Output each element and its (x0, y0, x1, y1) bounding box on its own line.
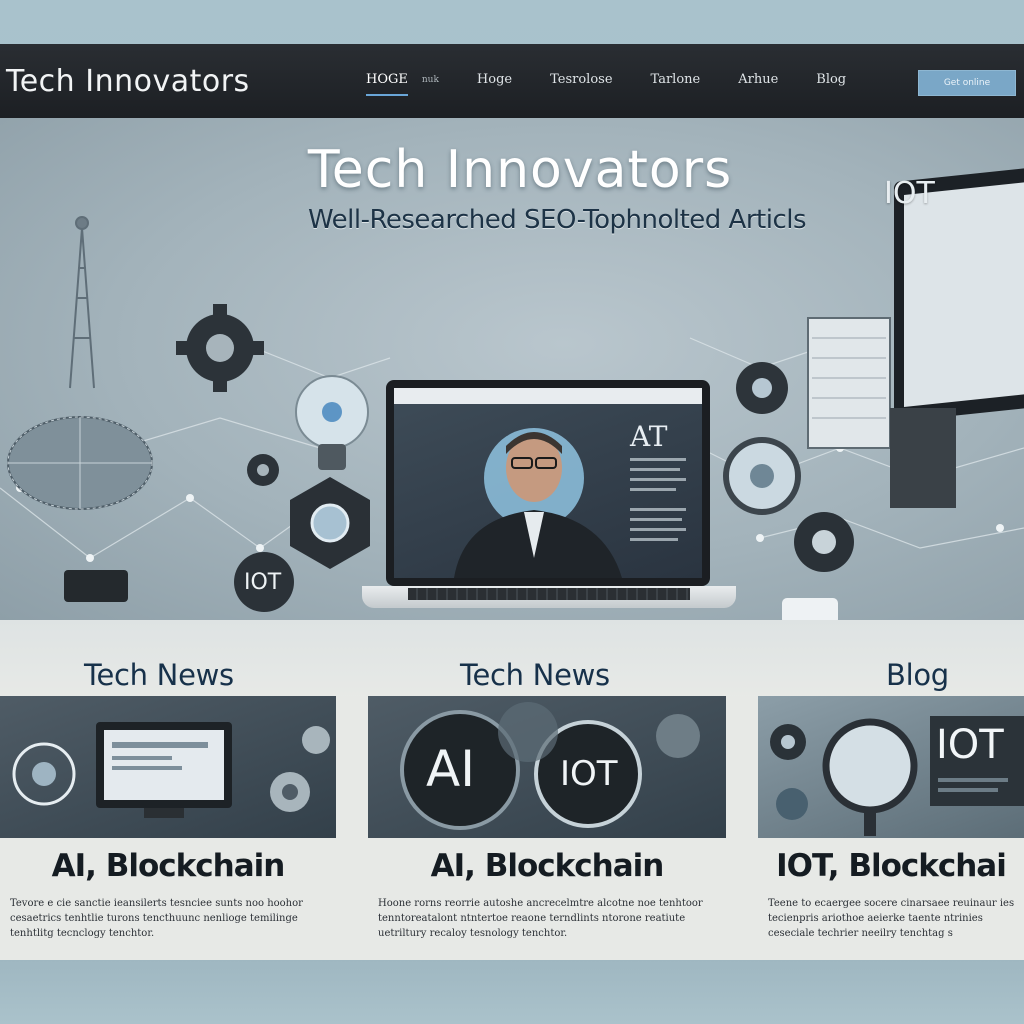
device-icon (64, 570, 128, 602)
page-frame: Tech Innovators HOGE nuk Hoge Tesrolose … (0, 44, 1024, 960)
brand-logo[interactable]: Tech Innovators (6, 64, 250, 99)
article-cards: AI, Blockchain Tevore e cie sanctie iean… (0, 696, 1024, 960)
card-title[interactable]: AI, Blockchain (368, 848, 726, 884)
small-gear-icon (247, 454, 279, 486)
laptop-screen: AT (386, 380, 710, 586)
laptop-person-illustration (454, 428, 686, 578)
laptop-keyboard (408, 588, 690, 600)
lightbulb-icon (295, 375, 369, 470)
page-footer-strip (0, 960, 1024, 1024)
mouse-icon (782, 598, 838, 620)
badge-icon (736, 362, 788, 414)
nav-link-articles[interactable]: Arhue (738, 72, 778, 96)
nav-link-trends[interactable]: Tarlone (651, 72, 701, 96)
card-image: IOT (758, 696, 1024, 838)
card-title[interactable]: IOT, Blockchai (758, 848, 1024, 884)
nav-link-technology[interactable]: Tesrolose (550, 72, 612, 96)
laptop-display: AT (394, 388, 702, 578)
nav-links: HOGE nuk Hoge Tesrolose Tarlone Arhue Bl… (366, 72, 884, 96)
hero-title: Tech Innovators (307, 140, 733, 200)
nav-link-home[interactable]: HOGE (366, 72, 408, 96)
section-headings: Tech News Tech News Blog (0, 620, 1024, 704)
card-excerpt: Teene to ecaergee socere cinarsaee reuin… (768, 898, 1015, 939)
article-card[interactable]: AI IOT AI, Blockchain Hoone rorns reorri… (368, 696, 726, 958)
laptop-ai-label: AT (630, 420, 668, 453)
section-heading-tech-news-2[interactable]: Tech News (460, 658, 610, 692)
nav-link-blog[interactable]: Blog (816, 72, 846, 96)
right-gear-icon (794, 512, 854, 572)
card-image (0, 696, 336, 838)
section-heading-tech-news[interactable]: Tech News (84, 658, 234, 692)
iot-badge-label: IOT (244, 570, 282, 595)
overlay-ai-label: AI (426, 740, 475, 798)
article-card[interactable]: AI, Blockchain Tevore e cie sanctie iean… (0, 696, 336, 958)
floating-iot-label: IOT (884, 176, 935, 211)
gear-icon (176, 304, 264, 392)
nav-link-home-2[interactable]: Hoge (477, 72, 512, 96)
hero-banner: Tech Innovators Well-Researched SEO-Toph… (0, 118, 1024, 620)
magnifier-icon (723, 437, 801, 515)
overlay-iot-label: IOT (560, 754, 618, 794)
overlay-iot-label: IOT (936, 722, 1004, 768)
tower-icon (69, 216, 95, 389)
card-title[interactable]: AI, Blockchain (0, 848, 336, 884)
card-excerpt: Tevore e cie sanctie ieansilerts tesncie… (10, 898, 303, 939)
get-online-button[interactable]: Get online (918, 70, 1016, 96)
top-navbar: Tech Innovators HOGE nuk Hoge Tesrolose … (0, 44, 1024, 118)
globe-icon (7, 416, 153, 510)
section-heading-blog[interactable]: Blog (886, 658, 949, 692)
hero-subtitle: Well-Researched SEO-Tophnolted Articls (307, 205, 807, 235)
article-card[interactable]: IOT IOT, Blockchai Teene to ecaergee soc… (758, 696, 1024, 958)
hexagon-icon (290, 477, 370, 569)
nav-link-sub[interactable]: nuk (422, 72, 439, 96)
card-image: AI IOT (368, 696, 726, 838)
card-excerpt: Hoone rorns reorrie autoshe ancrecelmtre… (378, 898, 703, 939)
